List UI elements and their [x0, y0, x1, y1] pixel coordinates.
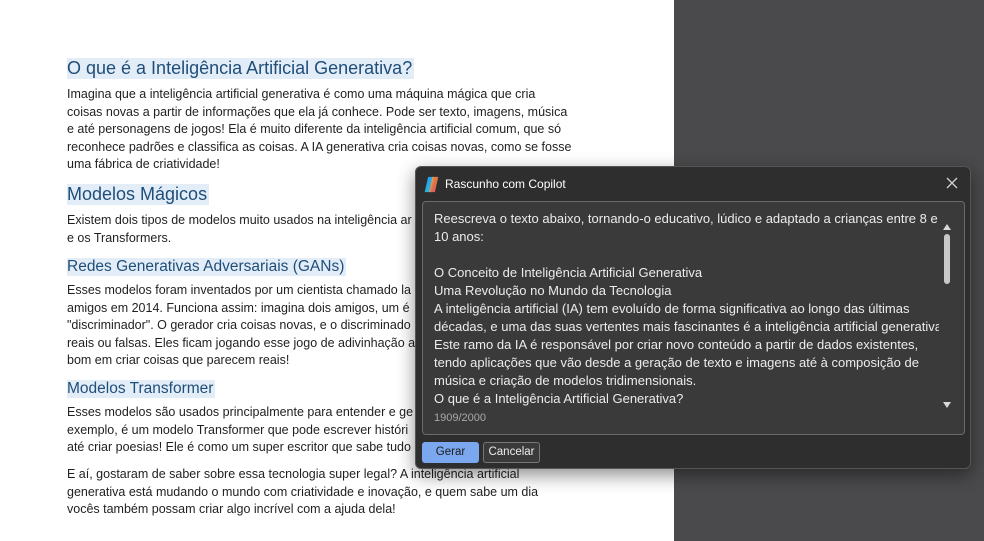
paragraph-line: reconhece padrões e classifica as coisas… [67, 139, 572, 154]
heading-modelos-magicos: Modelos Mágicos [67, 184, 210, 205]
prompt-textarea[interactable]: Reescreva o texto abaixo, tornando-o edu… [422, 201, 965, 435]
copilot-dialog: Rascunho com Copilot Reescreva o texto a… [415, 166, 971, 469]
prompt-text: Reescreva o texto abaixo, tornando-o edu… [434, 210, 939, 410]
heading-o-que-e-ia: O que é a Inteligência Artificial Genera… [67, 58, 415, 79]
prompt-line: O Conceito de Inteligência Artificial Ge… [434, 265, 703, 280]
dialog-title: Rascunho com Copilot [445, 177, 566, 191]
paragraph-line: coisas novas a partir de informações que… [67, 104, 568, 119]
character-count: 1909/2000 [434, 412, 486, 424]
scroll-down-arrow-icon[interactable] [943, 402, 951, 408]
prompt-line: décadas, e uma das suas vertentes mais f… [434, 319, 939, 334]
prompt-scrollbar[interactable] [941, 224, 953, 408]
prompt-line: A inteligência artificial (IA) tem evolu… [434, 301, 910, 316]
heading-transformer: Modelos Transformer [67, 380, 216, 398]
paragraph-intro: Imagina que a inteligência artificial ge… [67, 86, 579, 174]
close-icon[interactable] [944, 175, 960, 191]
prompt-line: O que é a Inteligência Artificial Genera… [434, 391, 684, 406]
prompt-line: Reescreva o texto abaixo, tornando-o edu… [434, 211, 938, 226]
generate-button[interactable]: Gerar [422, 442, 479, 463]
prompt-line: tendo aplicações que vão desde a geração… [434, 355, 919, 370]
paragraph-line: generativa está mudando o mundo com cria… [67, 484, 539, 499]
prompt-line: Uma Revolução no Mundo da Tecnologia [434, 283, 672, 298]
paragraph-line: e até personagens de jogos! Ela é muito … [67, 122, 562, 137]
copilot-logo-icon [424, 176, 439, 193]
scroll-thumb[interactable] [944, 234, 950, 284]
paragraph-conclusao: E aí, gostaram de saber sobre essa tecno… [67, 466, 579, 519]
paragraph-line: Imagina que a inteligência artificial ge… [67, 87, 536, 101]
paragraph-line: vocês também possam criar algo incrível … [67, 502, 396, 517]
prompt-line: 10 anos: [434, 229, 484, 244]
prompt-line: música e criação de modelos tridimension… [434, 373, 697, 388]
prompt-line: Este ramo da IA é responsável por criar … [434, 337, 919, 352]
cancel-button[interactable]: Cancelar [483, 442, 540, 463]
scroll-up-arrow-icon[interactable] [943, 224, 951, 230]
prompt-line [434, 246, 939, 264]
heading-gans: Redes Generativas Adversariais (GANs) [67, 258, 347, 276]
